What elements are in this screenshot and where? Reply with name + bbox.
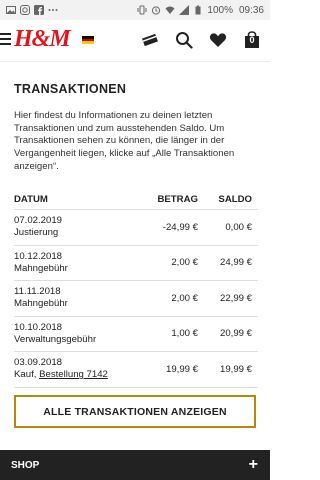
footer-label: SHOP — [11, 459, 40, 471]
alarm-icon — [151, 5, 161, 15]
transaction-info: 11.11.2018 Mahngebühr — [14, 286, 126, 310]
transaction-amount: 2,00 € — [171, 257, 198, 269]
status-left-icons — [6, 5, 58, 15]
table-row: 07.02.2019 Justierung -24,99 € 0,00 € — [14, 210, 258, 246]
search-icon[interactable] — [174, 30, 194, 50]
status-bar: 100% 09:36 — [0, 0, 270, 20]
transaction-amount: -24,99 € — [162, 221, 198, 233]
table-row: 03.09.2018 Kauf, Bestellung 7142 19,99 €… — [14, 352, 258, 388]
header-actions: 0 — [140, 30, 262, 50]
transaction-amount: 2,00 € — [171, 292, 198, 304]
card-icon[interactable] — [140, 30, 160, 50]
transaction-date: 10.12.2018 — [14, 250, 63, 262]
transaction-info: 03.09.2018 Kauf, Bestellung 7142 — [14, 357, 126, 381]
table-row: 10.10.2018 Verwaltungsgebühr 1,00 € 20,9… — [14, 317, 258, 352]
country-flag-icon[interactable] — [82, 36, 94, 44]
brand-logo[interactable]: H&M — [14, 26, 71, 53]
transaction-description: Kauf, Bestellung 7142 — [14, 369, 126, 381]
bag-icon[interactable]: 0 — [242, 30, 262, 50]
transaction-balance: 24,99 € — [219, 257, 252, 269]
intro-text: Hier findest du Informationen zu deinen … — [14, 110, 235, 172]
transaction-balance: 22,99 € — [219, 292, 252, 304]
shop-footer-toggle[interactable]: SHOP + — [0, 450, 270, 480]
purchase-label: Kauf, — [14, 369, 37, 381]
battery-icon — [193, 5, 203, 15]
battery-percent: 100% — [207, 4, 233, 16]
transaction-description: Mahngebühr — [14, 262, 68, 274]
show-all-transactions-button[interactable]: ALLE TRANSAKTIONEN ANZEIGEN — [14, 395, 256, 428]
facebook-icon — [34, 5, 44, 15]
transaction-amount: 1,00 € — [171, 328, 198, 340]
table-row: 11.11.2018 Mahngebühr 2,00 € 22,99 € — [14, 281, 258, 317]
transactions-section: TRANSAKTIONEN Hier findest du Informatio… — [14, 82, 258, 174]
table-row: 10.12.2018 Mahngebühr 2,00 € 24,99 € — [14, 246, 258, 281]
transaction-amount: 19,99 € — [165, 363, 198, 375]
order-link[interactable]: Bestellung 7142 — [39, 369, 108, 380]
transaction-description: Mahngebühr — [14, 298, 68, 310]
transaction-info: 10.12.2018 Mahngebühr — [14, 251, 126, 275]
column-header-balance: SALDO — [218, 194, 252, 205]
bag-count: 0 — [249, 35, 255, 45]
transaction-date: 03.09.2018 — [14, 357, 63, 369]
transaction-description: Justierung — [14, 227, 59, 239]
transaction-date: 10.10.2018 — [14, 321, 63, 333]
transaction-info: 07.02.2019 Justierung — [14, 215, 126, 239]
menu-icon[interactable] — [0, 33, 11, 47]
transaction-date: 07.02.2019 — [14, 215, 63, 227]
status-right-icons: 100% 09:36 — [137, 5, 264, 16]
page-title: TRANSAKTIONEN — [14, 82, 127, 96]
wifi-icon — [165, 5, 175, 15]
plus-icon[interactable]: + — [249, 456, 258, 474]
transaction-balance: 20,99 € — [219, 328, 252, 340]
column-header-date: DATUM — [14, 194, 48, 205]
transaction-description: Verwaltungsgebühr — [14, 333, 97, 345]
clock: 09:36 — [238, 4, 264, 16]
app-header: H&M 0 — [0, 20, 270, 62]
vibrate-icon — [137, 5, 147, 15]
transactions-table: DATUM BETRAG SALDO 07.02.2019 Justierung… — [14, 190, 258, 388]
image-icon — [6, 5, 16, 15]
signal-icon — [179, 5, 190, 15]
more-dots-icon — [48, 5, 58, 15]
transaction-balance: 19,99 € — [219, 363, 252, 375]
transaction-info: 10.10.2018 Verwaltungsgebühr — [14, 322, 126, 346]
transaction-date: 11.11.2018 — [14, 286, 61, 298]
transaction-balance: 0,00 € — [225, 221, 252, 233]
table-header: DATUM BETRAG SALDO — [14, 190, 258, 210]
heart-icon[interactable] — [208, 30, 228, 50]
column-header-amount: BETRAG — [157, 194, 198, 205]
instagram-icon — [20, 5, 30, 15]
